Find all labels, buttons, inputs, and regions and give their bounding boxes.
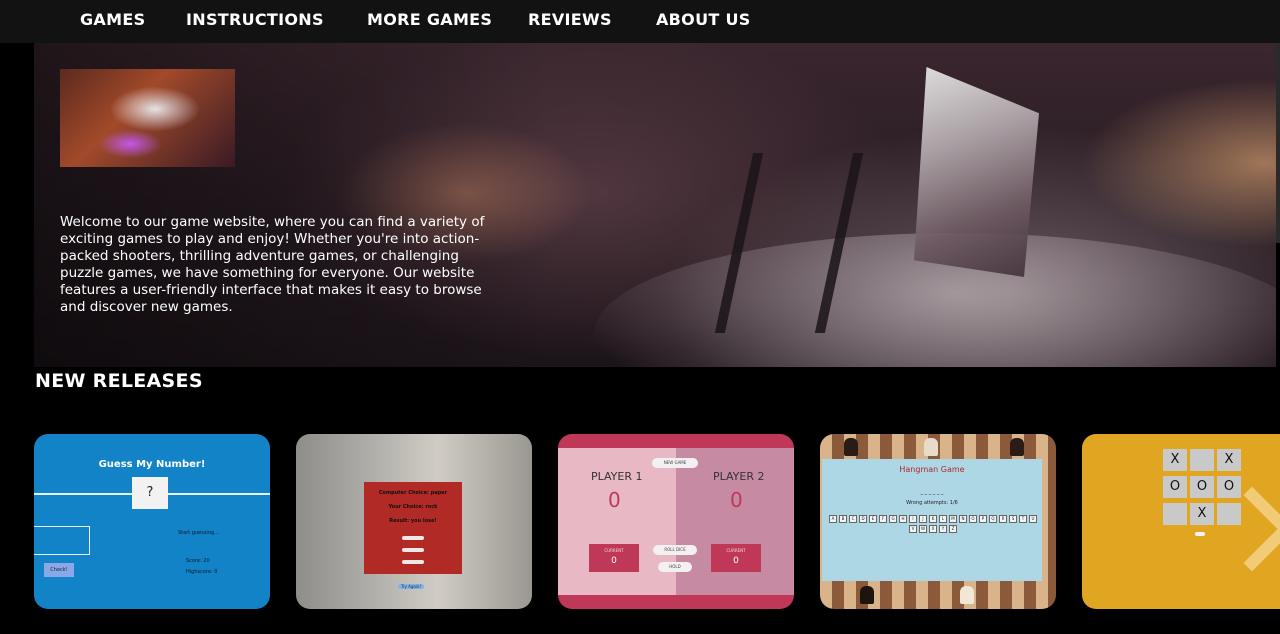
- player2-score: 0: [730, 488, 743, 512]
- game-card-rock-paper-scissors[interactable]: Computer Choice: paper Your Choice: rock…: [296, 434, 532, 609]
- letter-key: O: [969, 515, 977, 523]
- chess-piece-icon: [960, 586, 974, 604]
- letter-key: M: [949, 515, 957, 523]
- hero-spoiler-wing: [914, 67, 1039, 277]
- letter-key: Z: [949, 525, 957, 533]
- wrong-attempts: Wrong attempts: 1/6: [906, 500, 958, 506]
- guess-highscore: Highscore: 0: [186, 569, 218, 575]
- reset-button: [1195, 532, 1205, 536]
- hero-description: Welcome to our game website, where you c…: [60, 214, 485, 315]
- scissors-button: [402, 560, 424, 564]
- game-card-pig-game[interactable]: NEW GAME PLAYER 1 PLAYER 2 0 0 CURRENT 0…: [558, 434, 794, 609]
- letter-key: N: [959, 515, 967, 523]
- rps-panel: Computer Choice: paper Your Choice: rock…: [364, 482, 462, 574]
- chevron-right-icon: [1209, 486, 1280, 572]
- letter-key: Q: [989, 515, 997, 523]
- letter-key: K: [929, 515, 937, 523]
- hero-thumbnail: [60, 69, 235, 167]
- board-cell: O: [1163, 476, 1187, 498]
- letter-key: R: [999, 515, 1007, 523]
- check-button: Check!: [44, 563, 74, 577]
- letter-key: E: [869, 515, 877, 523]
- letter-key: C: [849, 515, 857, 523]
- computer-choice: Computer Choice: paper: [378, 490, 448, 496]
- chess-piece-icon: [844, 438, 858, 456]
- nav-more-games[interactable]: MORE GAMES: [367, 10, 492, 29]
- letter-key: F: [879, 515, 887, 523]
- player1-label: PLAYER 1: [591, 470, 643, 483]
- top-nav: GAMES INSTRUCTIONS MORE GAMES REVIEWS AB…: [0, 0, 1280, 43]
- board-cell: [1217, 503, 1241, 525]
- scrollbar[interactable]: [1276, 43, 1280, 243]
- letter-key: D: [859, 515, 867, 523]
- your-choice: Your Choice: rock: [388, 504, 438, 510]
- nav-about-us[interactable]: ABOUT US: [656, 10, 751, 29]
- letter-key: Y: [939, 525, 947, 533]
- board-cell: [1190, 449, 1214, 471]
- letter-key: T: [1019, 515, 1027, 523]
- rock-button: [402, 536, 424, 540]
- nav-games[interactable]: GAMES: [80, 10, 145, 29]
- guess-status: Start guessing...: [178, 530, 219, 536]
- mystery-number: ?: [132, 477, 168, 509]
- hangman-title: Hangman Game: [899, 465, 965, 474]
- letter-key: V: [909, 525, 917, 533]
- letter-key: P: [979, 515, 987, 523]
- letter-key: A: [829, 515, 837, 523]
- board-cell: O: [1190, 476, 1214, 498]
- letter-keyboard: ABCDEFGHIJKLMNOPQRSTU VWXYZ: [828, 515, 1038, 533]
- letter-key: X: [929, 525, 937, 533]
- hero-banner: Welcome to our game website, where you c…: [34, 43, 1276, 367]
- nav-reviews[interactable]: REVIEWS: [528, 10, 612, 29]
- rps-result: Result: you lose!: [389, 518, 437, 524]
- chess-piece-icon: [924, 438, 938, 456]
- section-title: NEW RELEASES: [35, 370, 203, 392]
- letter-key: L: [939, 515, 947, 523]
- new-game-button: NEW GAME: [652, 458, 698, 468]
- player2-current: CURRENT 0: [711, 544, 761, 572]
- letter-key: J: [919, 515, 927, 523]
- game-card-tic-tac-toe[interactable]: XXOOOX: [1082, 434, 1280, 609]
- nav-instructions[interactable]: INSTRUCTIONS: [186, 10, 324, 29]
- guess-input: [34, 526, 90, 555]
- board-cell: [1163, 503, 1187, 525]
- hangman-panel: Hangman Game _ _ _ _ _ _ Wrong attempts:…: [822, 459, 1042, 581]
- chess-piece-icon: [860, 586, 874, 604]
- letter-key: B: [839, 515, 847, 523]
- player1-current: CURRENT 0: [589, 544, 639, 572]
- board-cell: X: [1163, 449, 1187, 471]
- guess-score: Score: 20: [186, 558, 210, 564]
- game-card-hangman[interactable]: Hangman Game _ _ _ _ _ _ Wrong attempts:…: [820, 434, 1056, 609]
- chess-piece-icon: [1010, 438, 1024, 456]
- paper-button: [402, 548, 424, 552]
- try-again-button: Try Again!: [398, 584, 424, 589]
- roll-dice-button: ROLL DICE: [653, 545, 697, 555]
- letter-key: G: [889, 515, 897, 523]
- board-cell: X: [1217, 449, 1241, 471]
- letter-key: I: [909, 515, 917, 523]
- word-blanks: _ _ _ _ _ _: [920, 489, 944, 495]
- hold-button: HOLD: [658, 562, 692, 572]
- board-cell: X: [1190, 503, 1214, 525]
- letter-key: U: [1029, 515, 1037, 523]
- player2-label: PLAYER 2: [713, 470, 765, 483]
- card-title: Guess My Number!: [98, 459, 206, 470]
- letter-key: S: [1009, 515, 1017, 523]
- player1-score: 0: [608, 488, 621, 512]
- game-card-guess-my-number[interactable]: Guess My Number! ? Check! Start guessing…: [34, 434, 270, 609]
- letter-key: W: [919, 525, 927, 533]
- letter-key: H: [899, 515, 907, 523]
- board-cell: O: [1217, 476, 1241, 498]
